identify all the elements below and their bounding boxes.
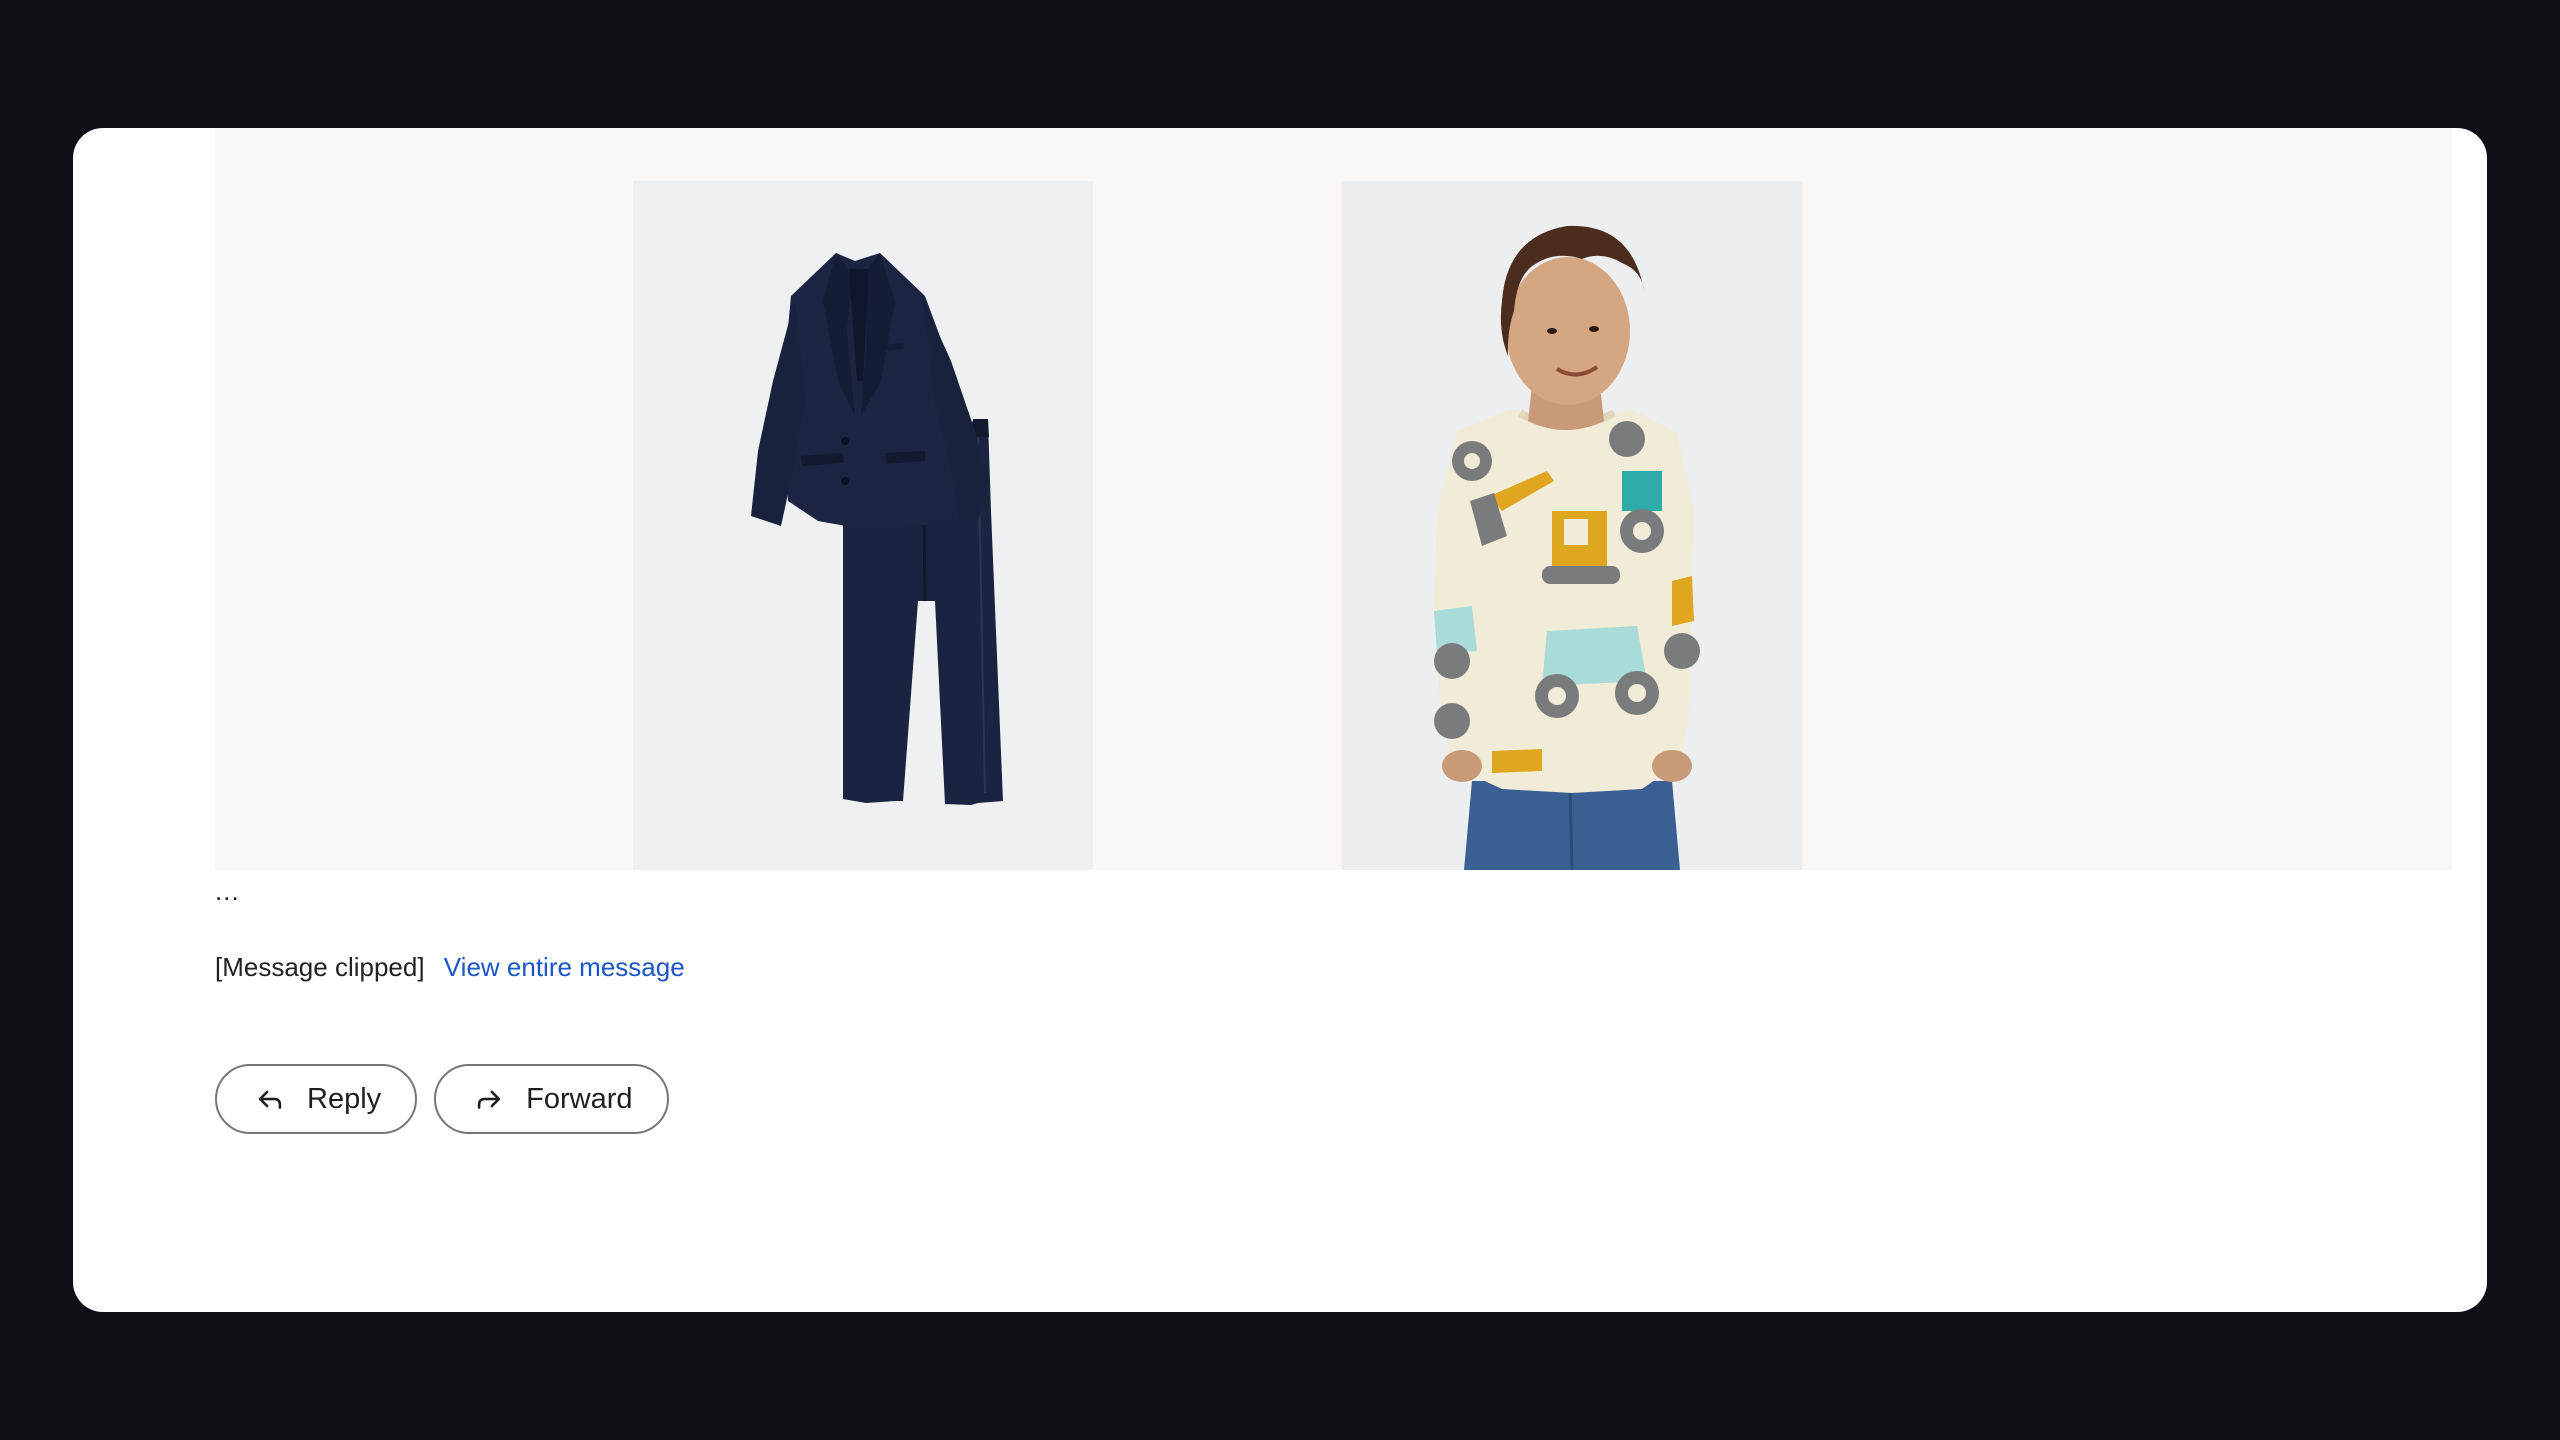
message-clipped-text: [Message clipped] <box>215 952 425 982</box>
forward-label: Forward <box>526 1082 633 1115</box>
reply-label: Reply <box>307 1082 382 1115</box>
message-actions: Reply Forward <box>215 1064 669 1134</box>
email-message-window: ... [Message clipped] View entire messag… <box>73 128 2487 1312</box>
kid-construction-shirt-image[interactable] <box>1342 181 1802 870</box>
navy-suit-image[interactable] <box>633 181 1093 870</box>
forward-button[interactable]: Forward <box>434 1064 669 1134</box>
view-entire-message-link[interactable]: View entire message <box>444 952 685 982</box>
forward-arrow-icon <box>472 1082 506 1116</box>
promo-image-banner <box>215 128 2452 870</box>
trimmed-content-ellipsis[interactable]: ... <box>215 876 240 907</box>
message-clipped-notice: [Message clipped] View entire message <box>215 952 685 983</box>
reply-button[interactable]: Reply <box>215 1064 418 1134</box>
reply-arrow-icon <box>253 1082 287 1116</box>
